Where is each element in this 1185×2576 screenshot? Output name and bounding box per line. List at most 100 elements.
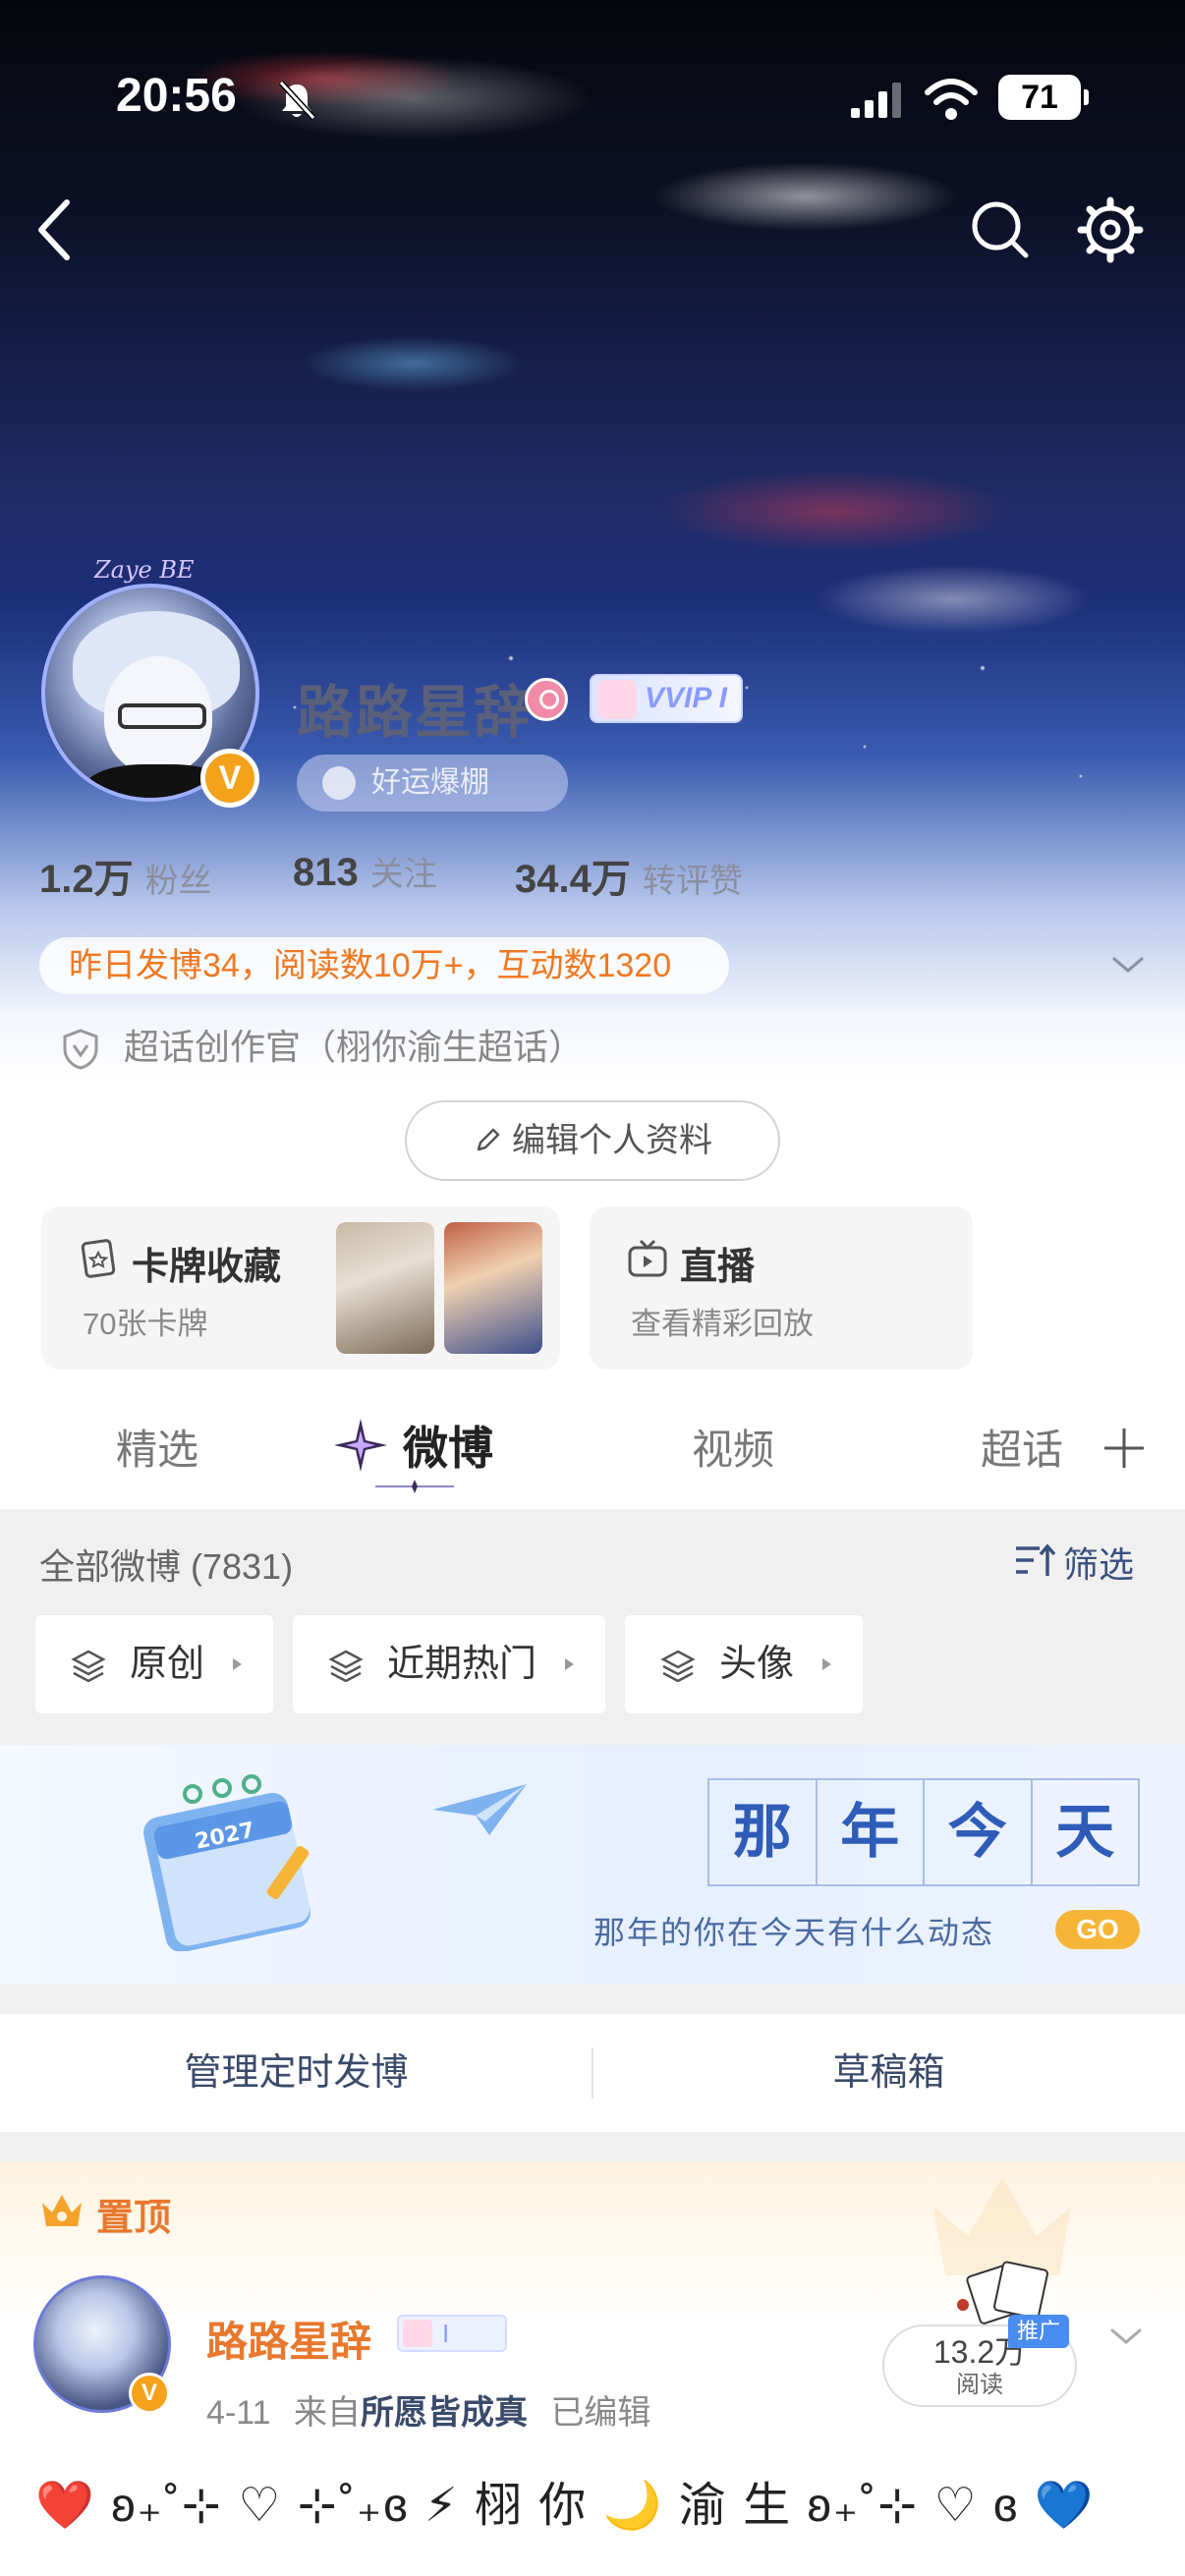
tab-video[interactable]: 视频 — [692, 1417, 774, 1477]
post-date: 4-11 — [206, 2394, 271, 2432]
stat-following[interactable]: 813 关注 — [293, 847, 437, 895]
stat-label: 转评赞 — [642, 863, 743, 900]
wifi-icon — [925, 79, 978, 120]
feed-filter-area: 全部微博 (7831) 筛选 原创 近期热门 头像 — [0, 1509, 1185, 1745]
profile-tabs: 精选 微博 视频 超话 — [0, 1385, 1185, 1509]
chip-label: 头像 — [719, 1644, 795, 1685]
bell-off-icon — [278, 80, 316, 121]
post-author-avatar[interactable]: V — [33, 2275, 171, 2414]
section-divider — [0, 2132, 1185, 2161]
memory-title-char: 那 — [709, 1780, 818, 1884]
stat-interactions[interactable]: 34.4万 转评赞 — [515, 847, 743, 904]
chaohua-creator-title[interactable]: 超话创作官（栩你渝生超话） — [61, 1022, 584, 1073]
card-live[interactable]: 直播 查看精彩回放 — [590, 1206, 973, 1370]
stat-value: 1.2万 — [39, 858, 134, 901]
scheduled-posts-button[interactable]: 管理定时发博 — [0, 2014, 592, 2132]
chevron-down-icon[interactable] — [1110, 953, 1146, 977]
card-collect-icon — [81, 1239, 116, 1278]
card-collection-subtitle: 70张卡牌 — [83, 1307, 208, 1341]
stat-label: 粉丝 — [144, 863, 212, 900]
search-icon[interactable] — [967, 196, 1032, 261]
shield-icon — [63, 1029, 98, 1070]
memory-title-char: 年 — [818, 1780, 925, 1884]
card-live-title: 直播 — [680, 1247, 756, 1288]
status-bar: 20:56 71 — [0, 59, 1185, 138]
luck-pill-label: 好运爆棚 — [371, 766, 489, 799]
avatar-frame-text: Zaye BE — [94, 556, 195, 584]
chip-original[interactable]: 原创 — [35, 1615, 273, 1713]
stat-label: 关注 — [369, 856, 437, 893]
battery-indicator: 71 — [998, 75, 1089, 120]
tab-featured[interactable]: 精选 — [116, 1417, 198, 1477]
tab-weibo[interactable]: 微博 — [403, 1413, 493, 1478]
post-from-label: 来自 — [293, 2394, 361, 2432]
edit-profile-label: 编辑个人资料 — [512, 1122, 712, 1159]
pinned-label: 置顶 — [96, 2198, 172, 2239]
post-meta: 4-11 来自所愿皆成真 已编辑 — [206, 2385, 650, 2434]
drafts-button[interactable]: 草稿箱 — [592, 2014, 1185, 2132]
filter-icon — [1016, 1543, 1055, 1576]
layers-icon — [660, 1650, 696, 1682]
activity-summary[interactable]: 昨日发博34，阅读数10万+，互动数1320 — [39, 937, 729, 994]
layers-icon — [71, 1650, 106, 1682]
tv-icon — [628, 1239, 667, 1277]
card-thumbnail — [336, 1222, 434, 1354]
verified-badge: V — [200, 749, 259, 808]
luck-pill[interactable]: 好运爆棚 — [297, 755, 568, 812]
profile-avatar[interactable]: Zaye BE V — [28, 556, 273, 815]
promote-tag[interactable]: 推广 — [1008, 2315, 1069, 2348]
profile-name: 路路星辞 — [297, 681, 534, 745]
memory-title-char: 今 — [925, 1780, 1033, 1884]
post-author-badge: I — [397, 2315, 507, 2352]
verified-badge: V — [129, 2373, 170, 2414]
search-badge-icon[interactable] — [525, 678, 568, 721]
card-collection[interactable]: 卡牌收藏 70张卡牌 — [41, 1206, 560, 1370]
chip-arrow-icon — [565, 1658, 574, 1670]
chip-recent-hot[interactable]: 近期热门 — [293, 1615, 605, 1713]
manage-row: 管理定时发博 草稿箱 — [0, 2014, 1185, 2132]
gear-icon[interactable] — [1077, 196, 1144, 263]
tab-active-indicator — [375, 1480, 454, 1493]
post-edited: 已编辑 — [550, 2394, 651, 2432]
edit-profile-button[interactable]: 编辑个人资料 — [405, 1100, 780, 1181]
plus-icon[interactable] — [1100, 1425, 1148, 1472]
chip-label: 近期热门 — [387, 1644, 537, 1685]
read-label: 阅读 — [956, 2372, 1003, 2398]
chip-arrow-icon — [233, 1658, 242, 1670]
star-decoration-icon — [334, 1419, 387, 1472]
post-source[interactable]: 所愿皆成真 — [361, 2394, 528, 2432]
post-author-name[interactable]: 路路星辞 — [206, 2309, 371, 2369]
memory-title: 那 年 今 天 — [707, 1778, 1140, 1886]
memory-go-button[interactable]: GO — [1055, 1910, 1140, 1949]
chip-avatar[interactable]: 头像 — [625, 1615, 863, 1713]
tab-chaohua[interactable]: 超话 — [981, 1417, 1063, 1477]
memory-title-char: 天 — [1055, 1798, 1115, 1867]
chip-label: 原创 — [130, 1644, 205, 1685]
memory-banner[interactable]: 2027 那 年 今 天 那年的你在今天有什么动态 GO — [0, 1745, 1185, 1985]
filter-label: 筛选 — [1063, 1544, 1135, 1585]
pencil-icon — [477, 1128, 500, 1151]
chip-arrow-icon — [822, 1658, 831, 1670]
calendar-illustration: 2027 — [143, 1774, 310, 1951]
card-live-subtitle: 查看精彩回放 — [631, 1307, 814, 1341]
pinned-post[interactable]: 置顶 V 路路星辞 I 4-11 来自所愿皆成真 已编辑 13.2万 阅读 推广… — [0, 2161, 1185, 2576]
memory-subtitle: 那年的你在今天有什么动态 — [593, 1914, 995, 1951]
card-thumbnail — [444, 1222, 542, 1354]
filter-button[interactable]: 筛选 — [1014, 1537, 1134, 1588]
stat-followers[interactable]: 1.2万 粉丝 — [39, 847, 212, 904]
stat-value: 34.4万 — [515, 858, 631, 901]
layers-icon — [328, 1650, 364, 1682]
all-weibo-count: 全部微博 (7831) — [39, 1546, 294, 1587]
stat-value: 813 — [293, 851, 359, 894]
chevron-down-icon[interactable] — [1108, 2324, 1144, 2348]
post-text: ❤️ ʚ₊˚⊹ ♡ ⊹˚₊ɞ ⚡ 栩 你 🌙 渝 生 ʚ₊˚⊹ ♡ ɞ 💙 — [35, 2480, 1096, 2532]
vvip-badge[interactable]: VVIP I — [590, 674, 743, 723]
back-arrow-icon[interactable] — [28, 193, 83, 267]
signal-icon — [851, 83, 901, 118]
chaohua-title-text: 超话创作官（栩你渝生超话） — [124, 1027, 585, 1067]
card-collection-title: 卡牌收藏 — [132, 1247, 282, 1288]
clover-icon — [322, 766, 356, 800]
section-divider — [0, 1985, 1185, 2014]
status-time: 20:56 — [116, 70, 237, 122]
crown-icon — [42, 2195, 82, 2226]
